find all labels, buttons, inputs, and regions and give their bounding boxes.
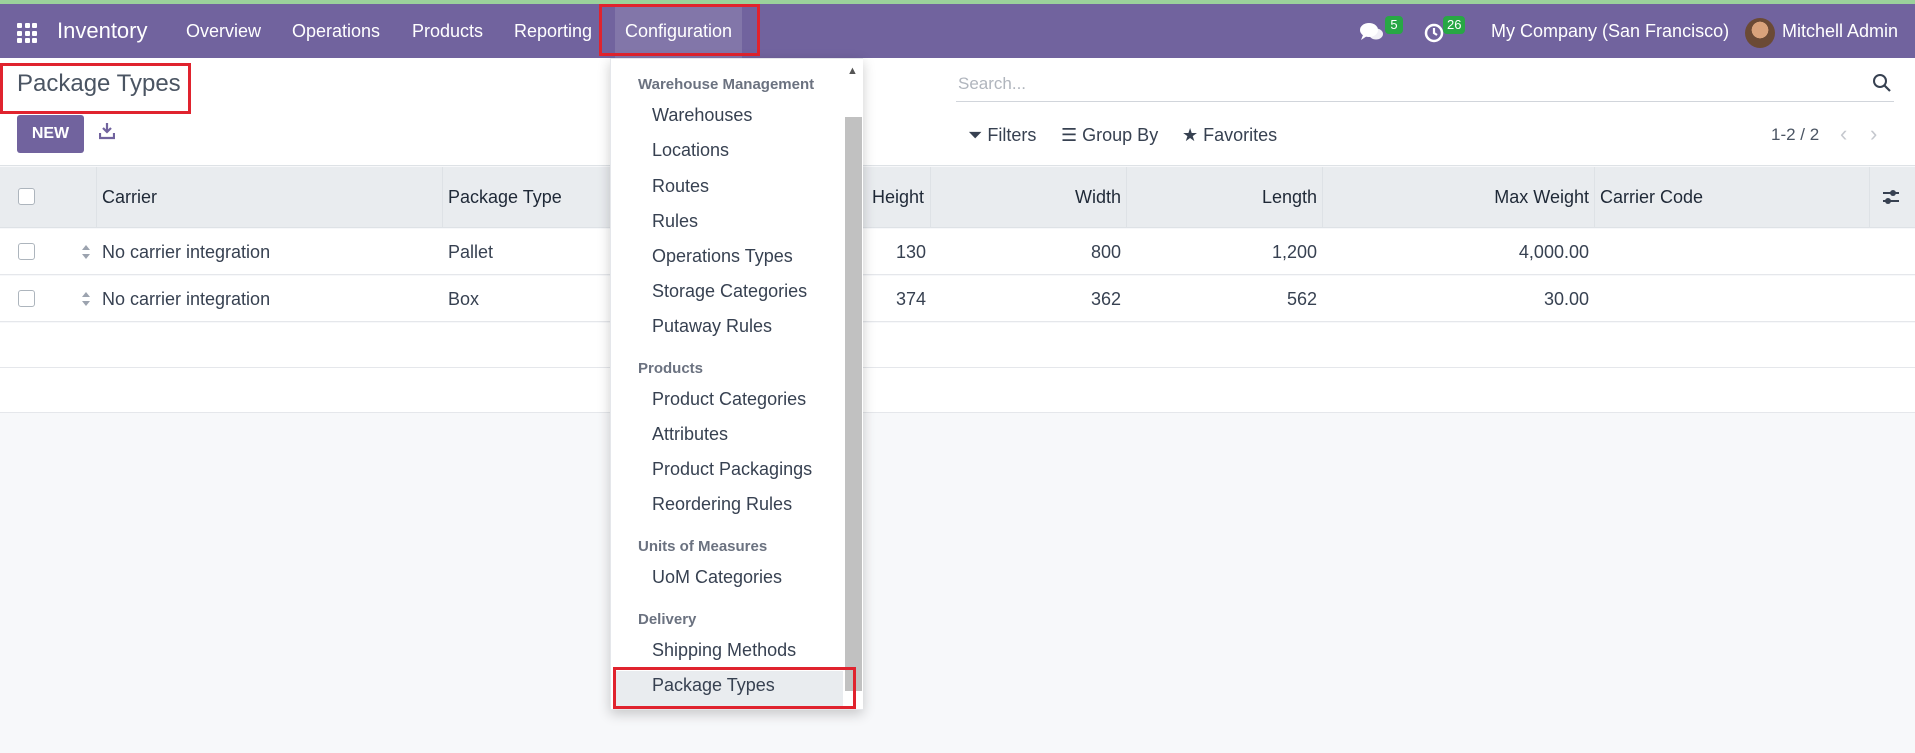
app-title[interactable]: Inventory bbox=[57, 4, 148, 58]
filter-icon: ⏷ bbox=[968, 125, 983, 145]
menu-item-warehouses[interactable]: Warehouses bbox=[652, 105, 752, 126]
table-row[interactable]: No carrier integration Pallet 130 800 1,… bbox=[0, 229, 1915, 275]
messages-badge: 5 bbox=[1385, 16, 1403, 34]
row-checkbox[interactable] bbox=[18, 290, 35, 307]
cell-carrier: No carrier integration bbox=[102, 289, 271, 309]
section-delivery: Delivery bbox=[638, 611, 697, 628]
empty-row bbox=[0, 368, 1915, 413]
user-avatar[interactable] bbox=[1745, 18, 1775, 48]
section-products: Products bbox=[638, 360, 704, 377]
col-length[interactable]: Length bbox=[1132, 167, 1317, 228]
new-button[interactable]: NEW bbox=[17, 115, 84, 153]
drag-handle-icon[interactable] bbox=[81, 244, 91, 260]
dropdown-scrollbar-thumb[interactable] bbox=[845, 117, 862, 691]
col-carrier[interactable]: Carrier bbox=[102, 167, 157, 228]
menu-item-attributes[interactable]: Attributes bbox=[652, 424, 728, 445]
col-max-weight[interactable]: Max Weight bbox=[1328, 167, 1589, 228]
menu-item-routes[interactable]: Routes bbox=[652, 176, 709, 197]
search-icon[interactable] bbox=[1872, 73, 1892, 93]
search-input[interactable] bbox=[958, 70, 1838, 98]
cell-length: 1,200 bbox=[1271, 242, 1317, 262]
cell-width: 800 bbox=[1090, 242, 1121, 262]
menu-products[interactable]: Products bbox=[412, 4, 483, 58]
user-menu[interactable]: Mitchell Admin bbox=[1782, 4, 1898, 58]
table-row[interactable]: No carrier integration Box 374 362 562 3… bbox=[0, 276, 1915, 322]
company-switcher[interactable]: My Company (San Francisco) bbox=[1491, 4, 1729, 58]
menu-item-reordering-rules[interactable]: Reordering Rules bbox=[652, 494, 792, 515]
cell-package-type: Pallet bbox=[448, 242, 494, 262]
pager-next-icon[interactable]: › bbox=[1870, 122, 1877, 146]
download-icon[interactable] bbox=[99, 122, 115, 140]
cell-carrier: No carrier integration bbox=[102, 242, 271, 262]
menu-item-locations[interactable]: Locations bbox=[652, 140, 729, 161]
section-warehouse-management: Warehouse Management bbox=[638, 76, 815, 93]
group-by-button[interactable]: ☰ Group By bbox=[1061, 122, 1158, 148]
favorites-label: Favorites bbox=[1203, 125, 1278, 145]
menu-reporting[interactable]: Reporting bbox=[514, 4, 592, 58]
pager-prev-icon[interactable]: ‹ bbox=[1840, 122, 1847, 146]
search-bar bbox=[956, 66, 1894, 102]
pager-value[interactable]: 1-2 / 2 bbox=[1771, 122, 1819, 148]
menu-operations[interactable]: Operations bbox=[292, 4, 380, 58]
menu-item-putaway-rules[interactable]: Putaway Rules bbox=[652, 316, 772, 337]
clock-icon[interactable] bbox=[1424, 23, 1444, 43]
apps-grid-icon[interactable] bbox=[17, 23, 37, 43]
cell-max-weight: 30.00 bbox=[1543, 289, 1589, 309]
cell-width: 362 bbox=[1090, 289, 1121, 309]
section-units-of-measures: Units of Measures bbox=[638, 538, 768, 555]
col-package-type[interactable]: Package Type bbox=[448, 167, 562, 228]
chat-icon[interactable] bbox=[1360, 22, 1384, 44]
empty-row bbox=[0, 323, 1915, 368]
row-checkbox[interactable] bbox=[18, 243, 35, 260]
highlight-configuration bbox=[599, 4, 760, 56]
col-height[interactable]: Height bbox=[872, 167, 924, 228]
menu-item-storage-categories[interactable]: Storage Categories bbox=[652, 281, 807, 302]
menu-item-uom-categories[interactable]: UoM Categories bbox=[652, 567, 782, 588]
layers-icon: ☰ bbox=[1061, 125, 1078, 145]
col-width[interactable]: Width bbox=[936, 167, 1121, 228]
top-navbar: Inventory Overview Operations Products R… bbox=[0, 0, 1915, 58]
highlight-package-types-item bbox=[613, 667, 856, 709]
menu-item-operations-types[interactable]: Operations Types bbox=[652, 246, 793, 267]
menu-item-product-categories[interactable]: Product Categories bbox=[652, 389, 806, 410]
filters-label: Filters bbox=[987, 125, 1037, 145]
column-settings-icon[interactable] bbox=[1881, 188, 1901, 206]
menu-overview[interactable]: Overview bbox=[186, 4, 261, 58]
group-by-label: Group By bbox=[1082, 125, 1159, 145]
drag-handle-icon[interactable] bbox=[81, 291, 91, 307]
filters-button[interactable]: ⏷ Filters bbox=[968, 122, 1036, 148]
favorites-button[interactable]: ★ Favorites bbox=[1182, 122, 1277, 148]
table-header: Carrier Package Type Height Width Length… bbox=[0, 167, 1915, 228]
scroll-up-icon[interactable]: ▲ bbox=[847, 65, 858, 77]
col-carrier-code[interactable]: Carrier Code bbox=[1600, 167, 1703, 228]
star-icon: ★ bbox=[1182, 125, 1199, 145]
configuration-dropdown: ▲ Warehouse Management Warehouses Locati… bbox=[610, 58, 863, 710]
activities-badge: 26 bbox=[1443, 16, 1466, 34]
select-all-checkbox[interactable] bbox=[18, 188, 35, 205]
menu-item-product-packagings[interactable]: Product Packagings bbox=[652, 459, 812, 480]
menu-item-shipping-methods[interactable]: Shipping Methods bbox=[652, 640, 796, 661]
cell-package-type: Box bbox=[448, 289, 480, 309]
cell-max-weight: 4,000.00 bbox=[1518, 242, 1589, 262]
menu-item-rules[interactable]: Rules bbox=[652, 211, 698, 232]
cell-length: 562 bbox=[1286, 289, 1317, 309]
highlight-title bbox=[0, 63, 191, 114]
